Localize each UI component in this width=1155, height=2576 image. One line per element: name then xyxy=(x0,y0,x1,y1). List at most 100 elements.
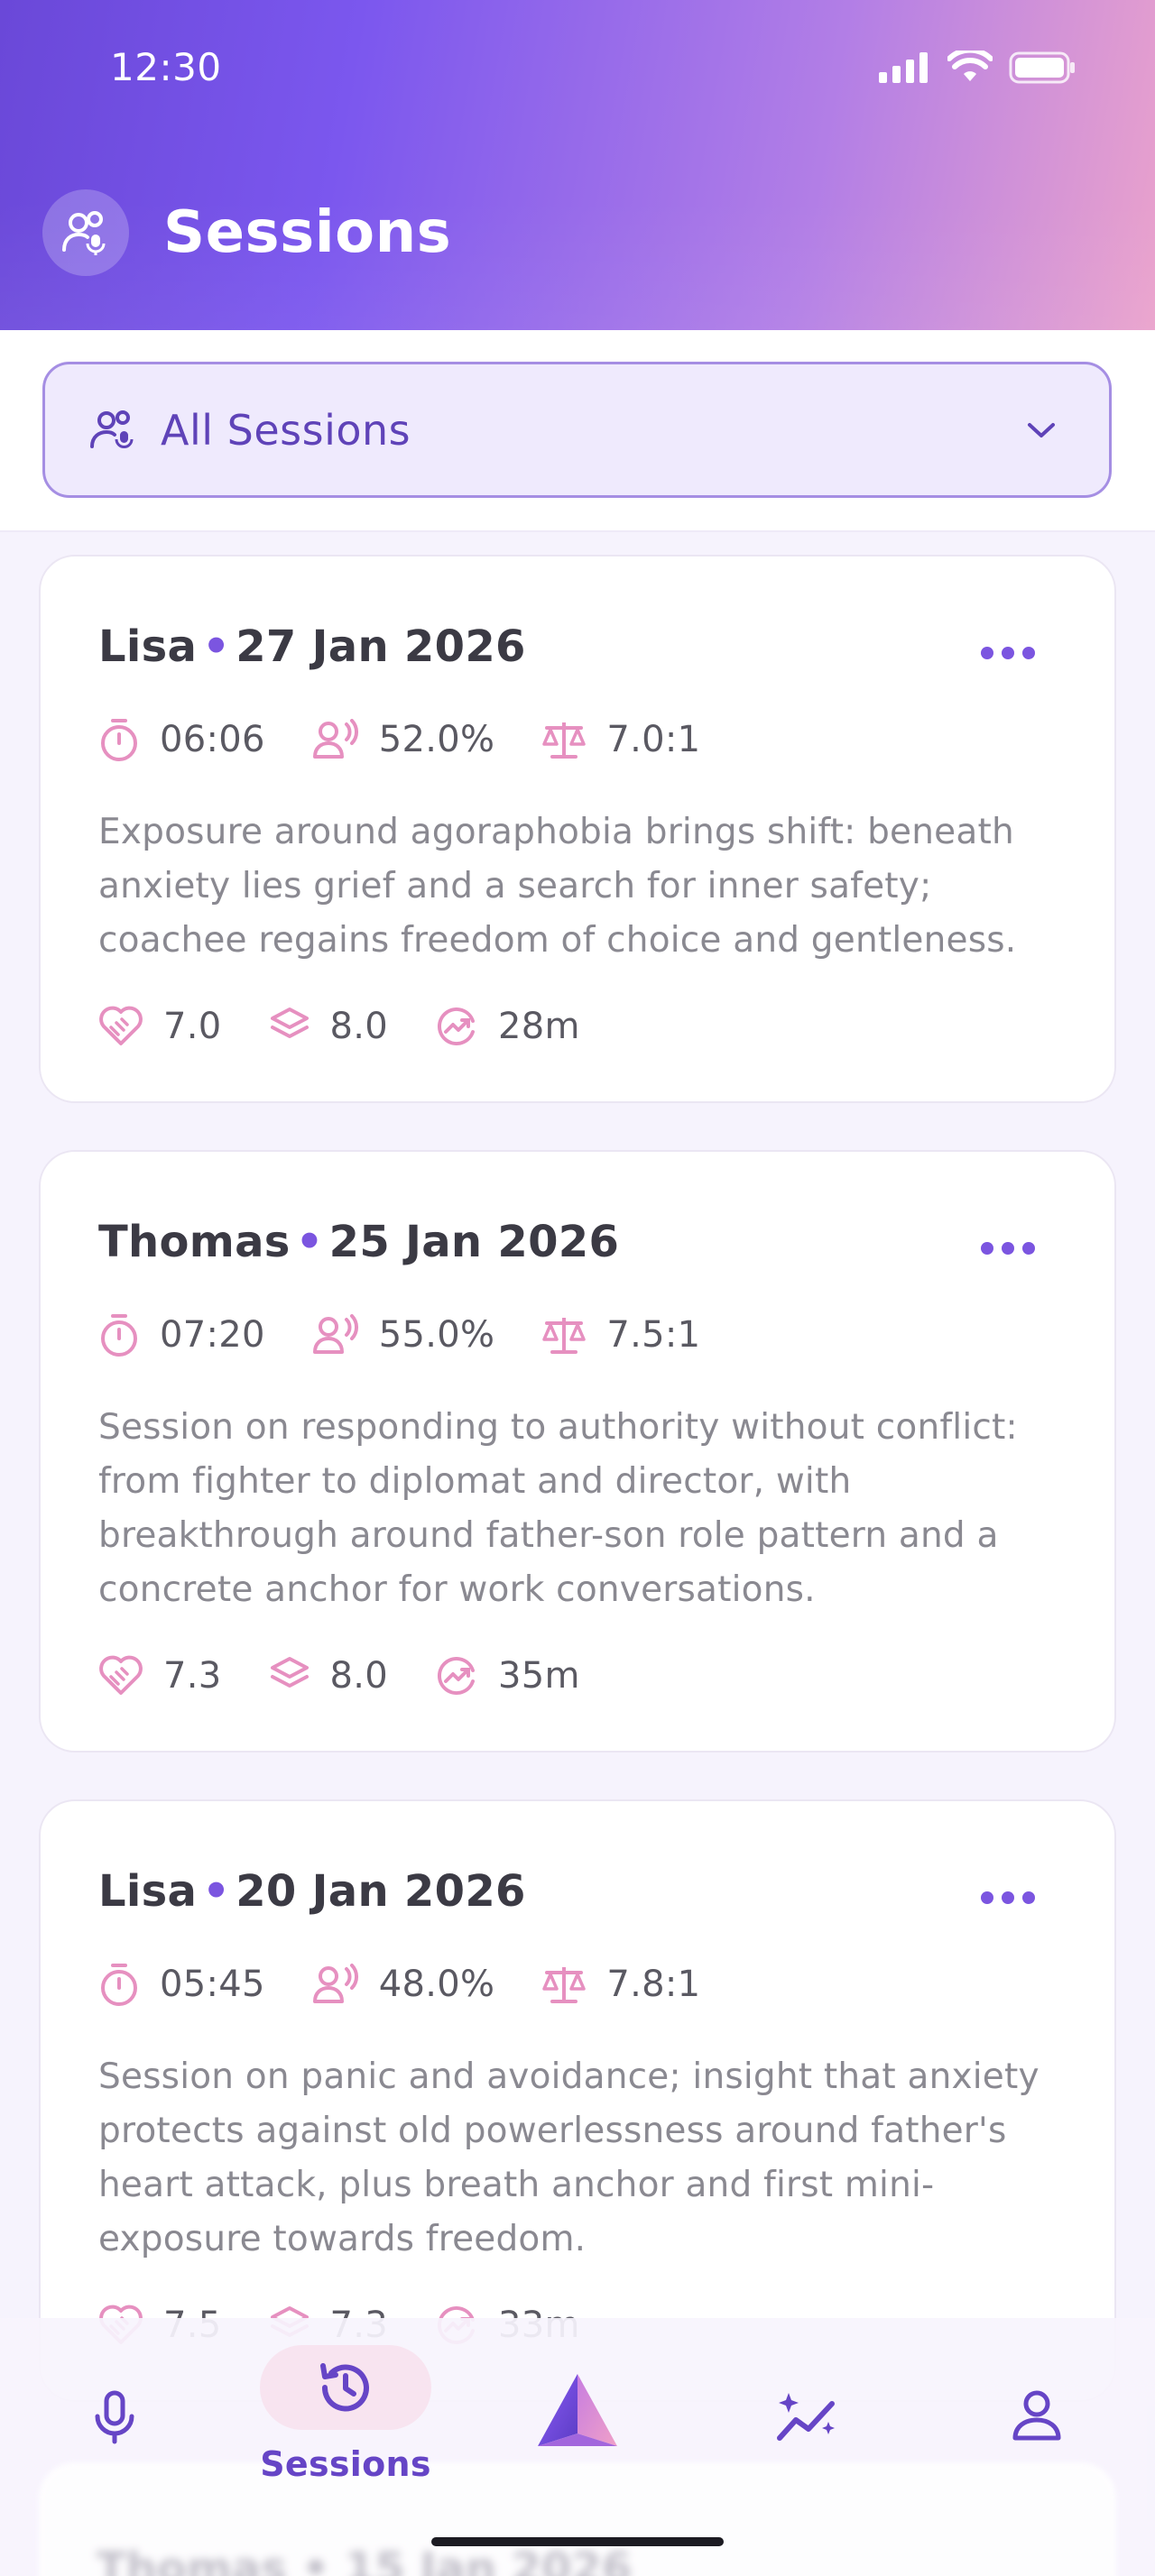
session-stats: 06:06 52.0% 7.0:1 xyxy=(98,717,747,762)
rapport-stat: 7.3 xyxy=(98,1655,222,1697)
duration-value: 07:20 xyxy=(160,1314,265,1356)
nav-label: Sessions xyxy=(260,2444,431,2484)
rapport-stat: 7.0 xyxy=(98,1006,222,1047)
talk-ratio-value: 52.0% xyxy=(378,719,495,760)
depth-value: 8.0 xyxy=(329,1006,389,1047)
coachee-name: Thomas xyxy=(98,1217,291,1267)
session-card-header: Lisa • 27 Jan 2026 xyxy=(98,621,526,672)
users-voice-icon xyxy=(62,211,106,255)
status-icons xyxy=(879,51,1076,85)
duration-stat: 07:20 xyxy=(98,1312,265,1357)
home-indicator xyxy=(431,2537,724,2546)
talk-ratio-value: 48.0% xyxy=(378,1964,495,2005)
handshake-heart-icon xyxy=(99,1655,143,1695)
session-stats: 07:20 55.0% 7.5:1 xyxy=(98,1312,747,1357)
title-row: Sessions xyxy=(42,189,451,276)
coachee-name: Lisa xyxy=(98,621,198,672)
coachee-name: Lisa xyxy=(98,1866,198,1917)
stopwatch-icon xyxy=(101,1314,137,1357)
speaking-person-icon xyxy=(312,1314,358,1354)
talk-ratio-value: 55.0% xyxy=(378,1314,495,1356)
session-card-header: Thomas • 15 Jan 2026 xyxy=(97,2544,632,2576)
stopwatch-icon xyxy=(101,719,137,761)
sparkle-chart-icon xyxy=(777,2393,835,2441)
duration-stat: 06:06 xyxy=(98,717,265,762)
user-icon xyxy=(1012,2390,1061,2441)
handshake-heart-icon xyxy=(99,1006,143,1045)
filter-bar: All Sessions xyxy=(0,330,1155,532)
talk-ratio-stat: 48.0% xyxy=(312,1964,495,2005)
status-bar: 12:30 xyxy=(0,0,1155,144)
session-date: 20 Jan 2026 xyxy=(236,1866,526,1917)
balance-value: 7.5:1 xyxy=(606,1314,701,1356)
trend-circle-icon xyxy=(438,1007,476,1045)
status-time: 12:30 xyxy=(110,45,222,89)
filter-label: All Sessions xyxy=(161,405,411,455)
signal-icon xyxy=(879,52,928,83)
history-icon xyxy=(320,2363,369,2412)
session-date: 25 Jan 2026 xyxy=(328,1217,620,1267)
nav-insights[interactable] xyxy=(774,2386,841,2449)
scale-icon xyxy=(542,722,587,759)
session-date: 15 Jan 2026 xyxy=(344,2544,633,2576)
more-options-button[interactable] xyxy=(981,1242,1035,1260)
duration-value: 06:06 xyxy=(160,719,265,760)
separator-dot: • xyxy=(202,621,231,672)
page-title: Sessions xyxy=(163,199,452,266)
prism-logo-icon xyxy=(538,2374,617,2446)
separator-dot: • xyxy=(295,1217,324,1267)
session-stats: 05:45 48.0% 7.8:1 xyxy=(98,1962,747,2007)
nav-profile[interactable] xyxy=(1008,2386,1066,2445)
layers-icon xyxy=(270,1657,309,1688)
chevron-down-icon xyxy=(1028,422,1055,437)
depth-value: 8.0 xyxy=(329,1655,389,1697)
balance-stat: 7.0:1 xyxy=(541,719,700,760)
duration-stat: 05:45 xyxy=(98,1962,265,2007)
wifi-icon xyxy=(947,51,993,81)
session-date: 27 Jan 2026 xyxy=(236,621,526,672)
nav-sessions[interactable]: Sessions xyxy=(260,2345,431,2484)
duration-value: 05:45 xyxy=(160,1964,265,2005)
depth-stat: 8.0 xyxy=(269,1655,389,1697)
layers-icon xyxy=(270,1007,309,1038)
bottom-nav: Sessions xyxy=(0,2318,1155,2535)
progress-value: 35m xyxy=(498,1655,580,1697)
app-header: 12:30 Sessions xyxy=(0,0,1155,330)
scale-icon xyxy=(542,1318,587,1354)
balance-stat: 7.8:1 xyxy=(541,1964,700,2005)
nav-active-indicator xyxy=(260,2345,431,2430)
scale-icon xyxy=(542,1967,587,2003)
progress-stat: 35m xyxy=(435,1654,580,1697)
balance-value: 7.0:1 xyxy=(606,719,701,760)
coachee-name: Thomas xyxy=(97,2544,287,2576)
balance-value: 7.8:1 xyxy=(606,1964,701,2005)
progress-stat: 28m xyxy=(435,1005,580,1048)
nav-record[interactable] xyxy=(83,2386,146,2449)
session-summary: Session on responding to authority witho… xyxy=(98,1407,1018,1610)
stopwatch-icon xyxy=(101,1964,137,2006)
depth-stat: 8.0 xyxy=(269,1006,389,1047)
progress-value: 28m xyxy=(498,1006,580,1047)
speaking-person-icon xyxy=(312,719,358,759)
nav-home-logo[interactable] xyxy=(532,2370,623,2452)
more-options-button[interactable] xyxy=(981,647,1035,665)
session-card-header: Lisa • 20 Jan 2026 xyxy=(98,1866,526,1917)
session-card[interactable]: Lisa • 27 Jan 2026 06:06 52.0% 7.0:1 Expos… xyxy=(39,555,1116,1103)
rapport-value: 7.3 xyxy=(163,1655,222,1697)
rapport-value: 7.0 xyxy=(163,1006,222,1047)
speaking-person-icon xyxy=(312,1964,358,2003)
talk-ratio-stat: 55.0% xyxy=(312,1314,495,1356)
session-scores: 7.0 8.0 28m xyxy=(98,1005,627,1048)
users-voice-icon xyxy=(90,409,134,448)
session-card[interactable]: Lisa • 20 Jan 2026 05:45 48.0% 7.8:1 Sessi… xyxy=(39,1799,1116,2402)
trend-circle-icon xyxy=(438,1657,476,1695)
microphone-icon xyxy=(95,2390,134,2444)
session-scores: 7.3 8.0 35m xyxy=(98,1654,627,1697)
session-card-header: Thomas • 25 Jan 2026 xyxy=(98,1217,619,1267)
session-filter-select[interactable]: All Sessions xyxy=(42,362,1112,498)
session-summary: Exposure around agoraphobia brings shift… xyxy=(98,812,1017,961)
talk-ratio-stat: 52.0% xyxy=(312,719,495,760)
session-card[interactable]: Thomas • 25 Jan 2026 07:20 55.0% 7.5:1 Ses… xyxy=(39,1150,1116,1753)
coach-avatar[interactable] xyxy=(42,189,129,276)
more-options-button[interactable] xyxy=(981,1891,1035,1909)
